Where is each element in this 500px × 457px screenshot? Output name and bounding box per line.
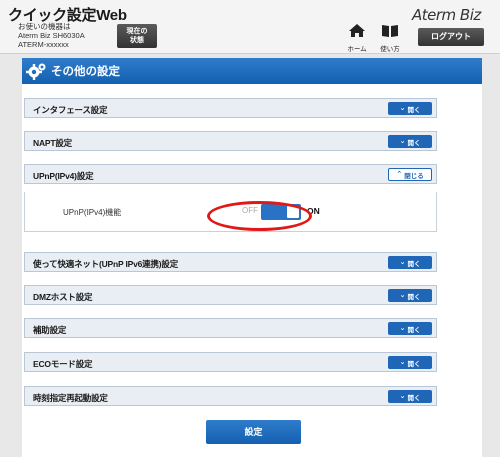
- section-label: インタフェース設定: [33, 105, 108, 115]
- book-icon: [382, 25, 398, 37]
- logout-button[interactable]: ログアウト: [418, 28, 484, 46]
- chevron-down-icon: ⌄: [399, 259, 406, 266]
- open-label: 開く: [407, 139, 421, 147]
- toggle-off-label: OFF: [242, 206, 258, 215]
- open-label: 開く: [407, 293, 421, 301]
- chevron-down-icon: ⌄: [399, 292, 406, 299]
- section-label: DMZホスト設定: [33, 292, 93, 302]
- page-title: その他の設定: [51, 66, 120, 78]
- current-status-label-2: 状態: [130, 37, 144, 44]
- section-label: NAPT設定: [33, 138, 72, 148]
- section-upnp-ipv4[interactable]: UPnP(IPv4)設定 ⌃ 閉じる: [24, 164, 437, 184]
- device-id: ATERM-xxxxxx: [18, 40, 69, 49]
- section-ipv6-upnp[interactable]: 使って快適ネット(UPnP IPv6連携)設定 ⌄ 開く: [24, 252, 437, 272]
- open-label: 開く: [407, 260, 421, 268]
- open-button[interactable]: ⌄ 開く: [388, 256, 432, 269]
- open-button[interactable]: ⌄ 開く: [388, 289, 432, 302]
- manual-nav-label: 使い方: [380, 46, 400, 53]
- home-nav-button[interactable]: ホーム: [346, 24, 368, 53]
- section-label: 時刻指定再起動設定: [33, 393, 108, 403]
- current-status-button[interactable]: 現在の 状態: [117, 24, 157, 48]
- section-scheduled-reboot[interactable]: 時刻指定再起動設定 ⌄ 開く: [24, 386, 437, 406]
- section-interface[interactable]: インタフェース設定 ⌄ 開く: [24, 98, 437, 118]
- device-info: お使いの機器は Aterm Biz SH6030A ATERM-xxxxxx: [18, 22, 85, 49]
- open-button[interactable]: ⌄ 開く: [388, 390, 432, 403]
- header-bar: クイック設定Web お使いの機器は Aterm Biz SH6030A ATER…: [0, 0, 500, 54]
- brand-logo: Aterm Biz: [412, 6, 481, 24]
- toggle-knob[interactable]: [287, 206, 299, 218]
- chevron-down-icon: ⌄: [399, 359, 406, 366]
- upnp-function-label: UPnP(IPv4)機能: [63, 208, 122, 217]
- section-napt[interactable]: NAPT設定 ⌄ 開く: [24, 131, 437, 151]
- section-label: UPnP(IPv4)設定: [33, 171, 94, 181]
- open-label: 開く: [407, 326, 421, 334]
- section-label: 使って快適ネット(UPnP IPv6連携)設定: [33, 259, 179, 269]
- open-label: 開く: [407, 106, 421, 114]
- home-nav-label: ホーム: [347, 46, 367, 53]
- open-button[interactable]: ⌄ 開く: [388, 322, 432, 335]
- open-button[interactable]: ⌄ 開く: [388, 102, 432, 115]
- section-dmz-host[interactable]: DMZホスト設定 ⌄ 開く: [24, 285, 437, 305]
- toggle-track[interactable]: [261, 204, 301, 220]
- open-label: 開く: [407, 394, 421, 402]
- section-auxiliary[interactable]: 補助設定 ⌄ 開く: [24, 318, 437, 338]
- chevron-up-icon: ⌃: [396, 171, 403, 178]
- open-button[interactable]: ⌄ 開く: [388, 135, 432, 148]
- current-status-label-1: 現在の: [126, 28, 148, 35]
- section-eco-mode[interactable]: ECOモード設定 ⌄ 開く: [24, 352, 437, 372]
- close-label: 閉じる: [404, 172, 424, 180]
- upnp-toggle[interactable]: OFF ON: [242, 204, 320, 220]
- chevron-down-icon: ⌄: [399, 325, 406, 332]
- chevron-down-icon: ⌄: [399, 105, 406, 112]
- chevron-down-icon: ⌄: [399, 393, 406, 400]
- page-title-bar: その他の設定: [22, 58, 482, 84]
- device-info-line: お使いの機器は: [18, 22, 71, 31]
- section-label: 補助設定: [33, 325, 67, 335]
- upnp-ipv4-panel: UPnP(IPv4)機能 OFF ON: [24, 192, 437, 232]
- open-button[interactable]: ⌄ 開く: [388, 356, 432, 369]
- device-model: Aterm Biz SH6030A: [18, 31, 85, 40]
- chevron-down-icon: ⌄: [399, 138, 406, 145]
- close-button[interactable]: ⌃ 閉じる: [388, 168, 432, 181]
- manual-nav-button[interactable]: 使い方: [378, 24, 402, 53]
- open-label: 開く: [407, 360, 421, 368]
- home-icon: [349, 24, 365, 37]
- gear-icon: [26, 61, 48, 81]
- section-label: ECOモード設定: [33, 359, 93, 369]
- toggle-on-label: ON: [307, 206, 320, 216]
- apply-settings-button[interactable]: 設定: [206, 420, 301, 444]
